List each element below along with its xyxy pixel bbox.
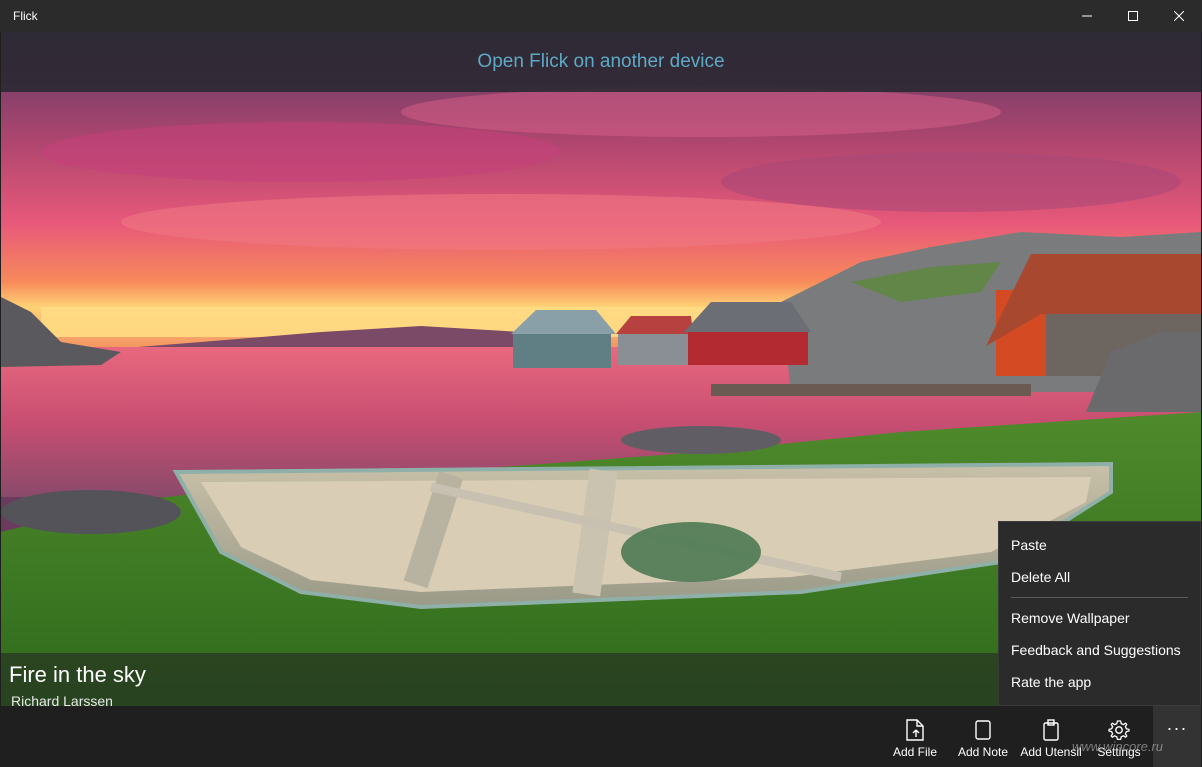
maximize-icon: [1128, 11, 1138, 21]
close-button[interactable]: [1156, 0, 1202, 32]
watermark: www.wincore.ru: [1072, 739, 1164, 754]
add-utensil-button[interactable]: Add Utensil: [1018, 706, 1084, 767]
close-icon: [1174, 11, 1184, 21]
more-options-menu: Paste Delete All Remove Wallpaper Feedba…: [998, 521, 1201, 706]
more-ellipsis-icon: ···: [1166, 718, 1188, 738]
menu-item-paste[interactable]: Paste: [999, 529, 1200, 561]
menu-item-rate-app[interactable]: Rate the app: [999, 666, 1200, 698]
settings-button[interactable]: Settings: [1094, 706, 1144, 767]
app-title: Flick: [13, 9, 38, 23]
more-button[interactable]: ···: [1153, 706, 1201, 767]
menu-item-feedback[interactable]: Feedback and Suggestions: [999, 634, 1200, 666]
wallpaper-caption: Fire in the sky Richard Larssen: [1, 653, 998, 709]
add-note-label: Add Note: [957, 745, 1009, 759]
minimize-button[interactable]: [1064, 0, 1110, 32]
add-note-button[interactable]: Add Note: [953, 706, 1013, 767]
add-file-button[interactable]: Add File: [888, 706, 942, 767]
menu-separator: [1011, 597, 1188, 598]
maximize-button[interactable]: [1110, 0, 1156, 32]
command-bar: Add File Add Note Add Utensil Settings ·…: [0, 706, 1202, 767]
menu-item-delete-all[interactable]: Delete All: [999, 561, 1200, 593]
minimize-icon: [1082, 15, 1092, 17]
note-icon: [972, 719, 994, 741]
banner-text[interactable]: Open Flick on another device: [477, 51, 724, 73]
add-file-icon: [904, 719, 926, 741]
gear-icon: [1108, 719, 1130, 741]
add-file-label: Add File: [892, 745, 938, 759]
menu-item-remove-wallpaper[interactable]: Remove Wallpaper: [999, 602, 1200, 634]
wallpaper-title: Fire in the sky: [9, 662, 146, 687]
title-bar: Flick: [0, 0, 1202, 32]
open-on-another-device-banner[interactable]: Open Flick on another device: [1, 32, 1201, 92]
clipboard-icon: [1040, 719, 1062, 741]
